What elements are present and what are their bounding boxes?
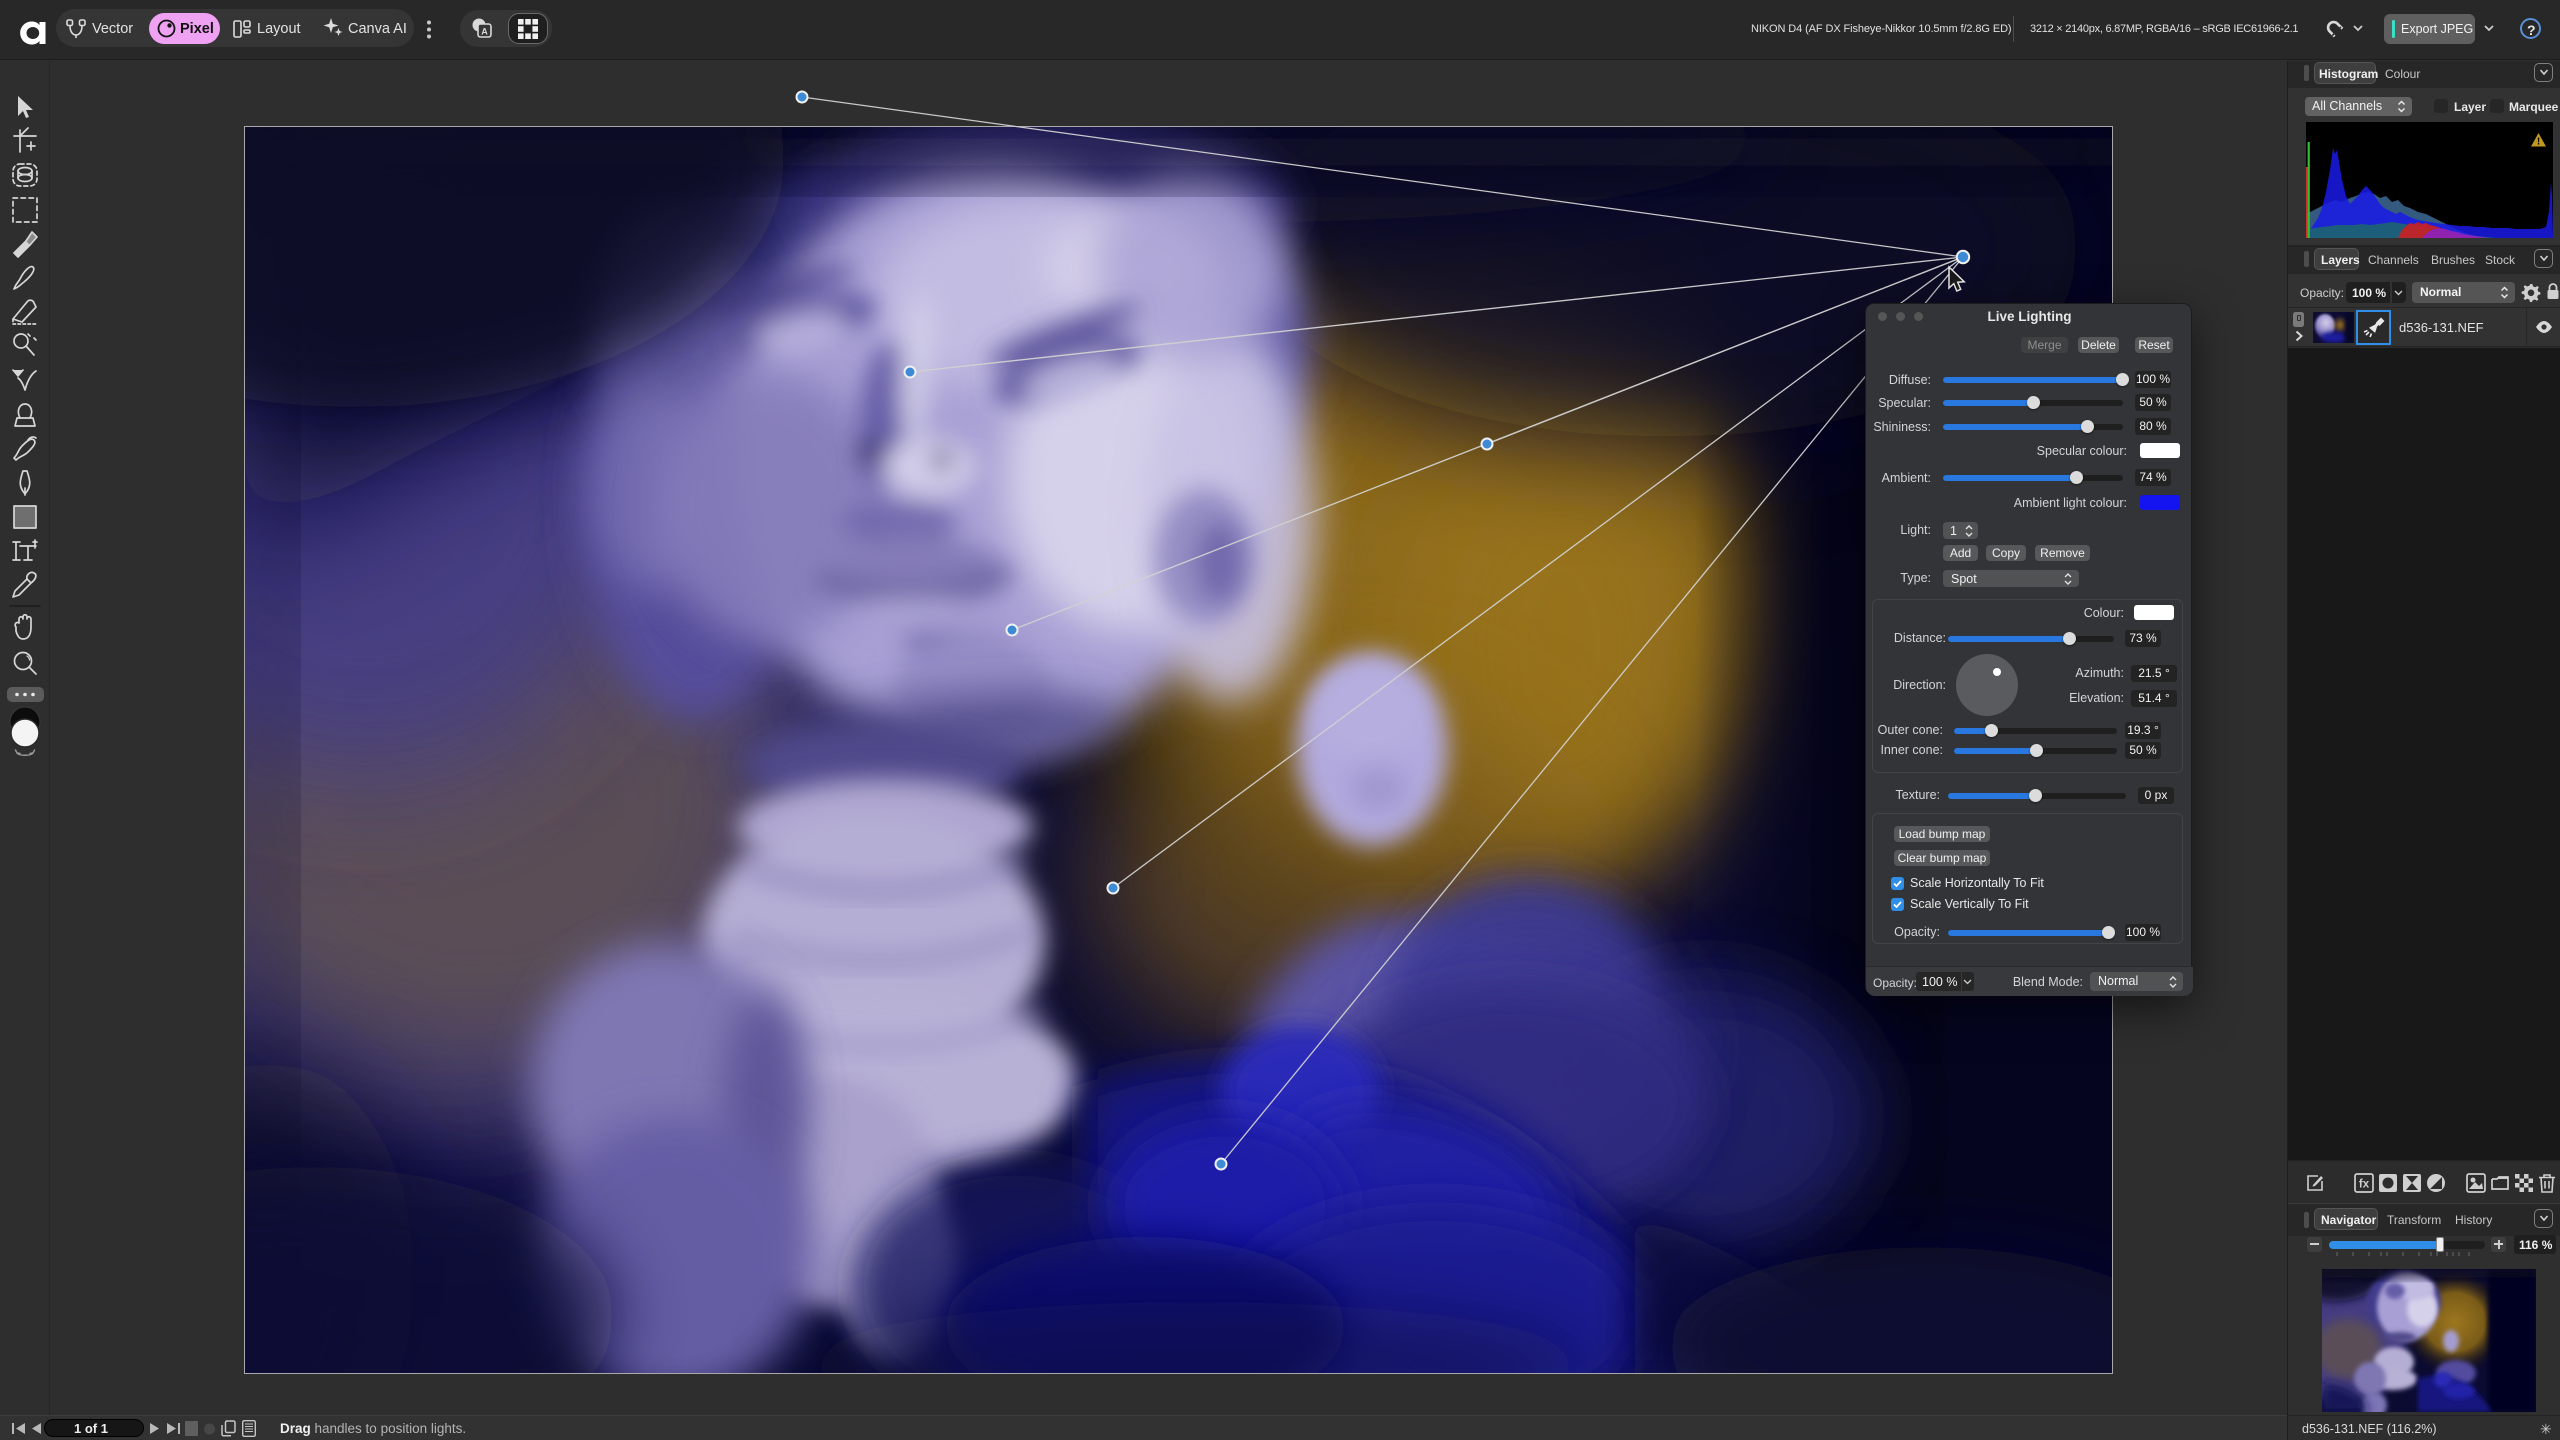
svg-text:A: A [481,27,488,37]
svg-text:fx: fx [2359,1179,2370,1191]
svg-text:!: ! [2537,137,2540,148]
